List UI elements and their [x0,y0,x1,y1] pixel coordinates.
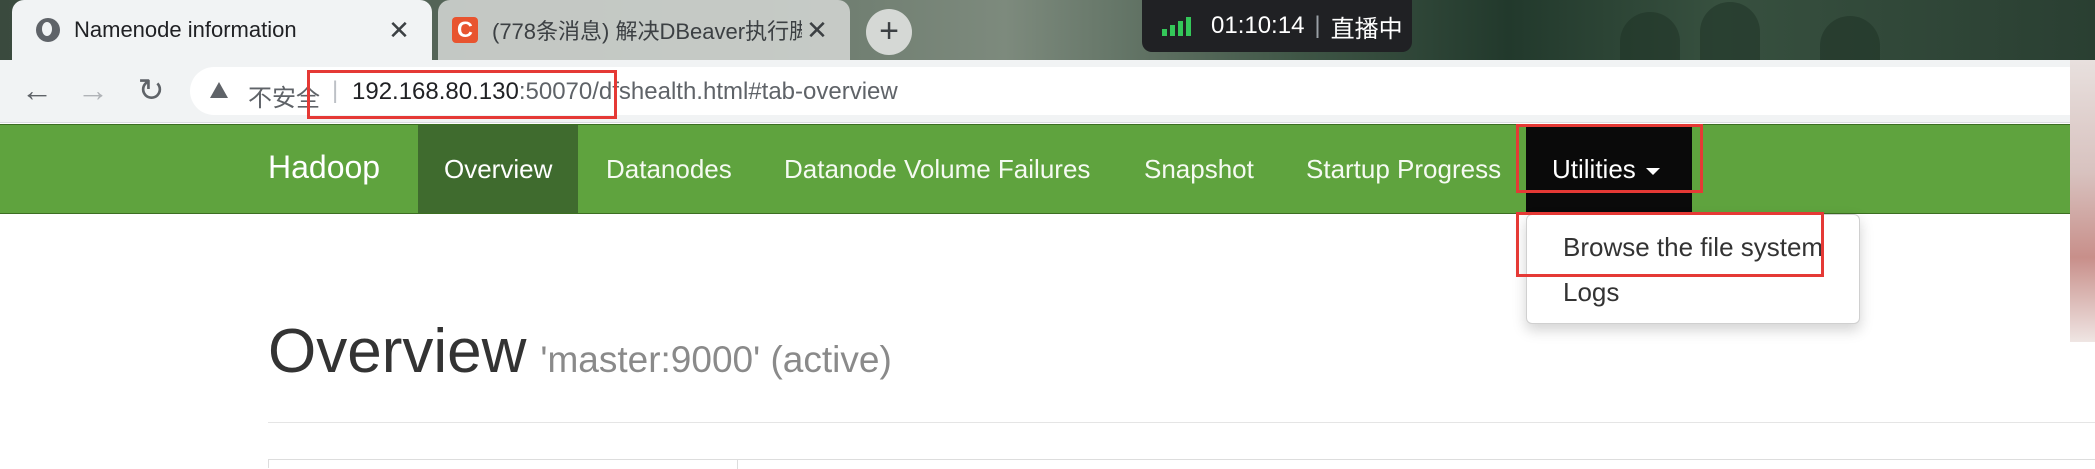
background-tree [1620,12,1680,60]
nav-snapshot[interactable]: Snapshot [1118,125,1280,213]
right-edge-overlay [2070,60,2095,342]
menu-item-logs[interactable]: Logs [1563,277,1619,308]
live-label: 直播中 [1330,15,1403,43]
nav-overview[interactable]: Overview [418,125,578,213]
live-separator: | [1314,12,1321,39]
nav-datanodes[interactable]: Datanodes [580,125,758,213]
warning-icon [210,82,228,98]
hadoop-navbar: Hadoop Overview Datanodes Datanode Volum… [0,124,2095,214]
back-button[interactable]: ← [18,72,56,110]
page-title: Overview 'master:9000' (active) [268,316,892,387]
tab-title: Namenode information [74,17,297,42]
page-title-text: Overview [268,317,527,386]
url-path: /dfshealth.html#tab-overview [592,78,898,105]
globe-icon [36,18,60,42]
new-tab-button[interactable]: + [866,9,912,55]
live-stream-badge: 01:10:14 | 直播中 [1142,0,1412,52]
tab-title: (778条消息) 解决DBeaver执行脚 [492,19,802,44]
highlight-box-browse [1516,212,1824,277]
background-tree [1820,16,1880,60]
signal-icon [1162,16,1191,36]
browser-tab-namenode[interactable]: Namenode information ✕ [12,0,432,60]
close-icon[interactable]: ✕ [384,15,414,46]
highlight-box-utilities [1516,124,1703,193]
close-icon[interactable]: ✕ [802,15,832,46]
brand-logo[interactable]: Hadoop [268,149,380,186]
reload-button[interactable]: ↻ [132,72,170,110]
divider [268,422,2095,423]
forward-button[interactable]: → [74,72,112,110]
live-time: 01:10:14 [1211,12,1305,39]
highlight-box-url [307,70,617,119]
nav-startup-progress[interactable]: Startup Progress [1280,125,1527,213]
browser-tab-csdn[interactable]: C (778条消息) 解决DBeaver执行脚 ✕ [438,0,850,60]
background-tree [1700,2,1760,60]
csdn-c-icon: C [452,17,478,43]
overview-table [268,459,2095,469]
nav-datanode-volume-failures[interactable]: Datanode Volume Failures [758,125,1116,213]
page-subtitle: 'master:9000' (active) [540,339,892,380]
browser-tab-strip: Namenode information ✕ C (778条消息) 解决DBea… [0,0,2095,60]
